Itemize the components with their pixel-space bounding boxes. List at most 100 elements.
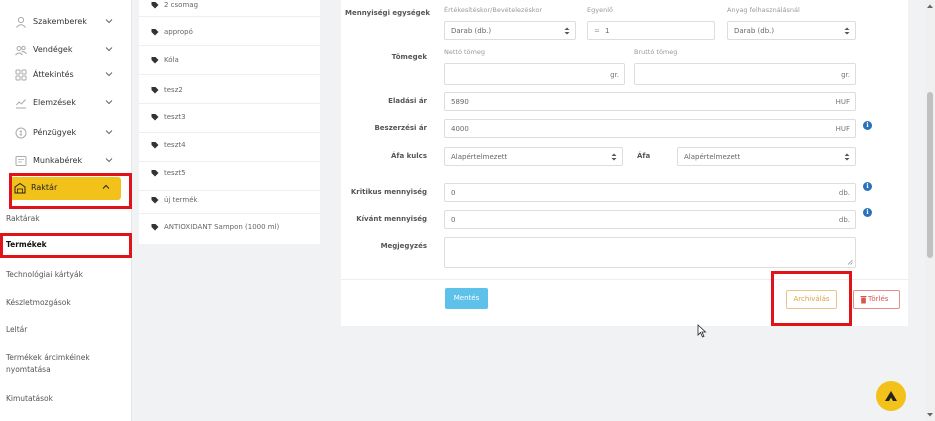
list-item[interactable]: új termék [139, 185, 320, 214]
sidebar: Szakemberek Vendégek Áttekintés Elemzése… [0, 0, 132, 421]
units-label: Mennyiségi egységek [345, 9, 431, 17]
tag-icon [151, 142, 159, 149]
chevron-down-icon [105, 158, 113, 163]
chevron-down-icon [105, 130, 113, 135]
weight-unit: gr. [610, 71, 619, 79]
sidebar-subitem-technologiai-kartyak[interactable]: Technológiai kártyák [6, 270, 83, 279]
sidebar-item-penzugyek[interactable]: Pénzügyek [0, 120, 132, 146]
vat-key-select[interactable]: Alapértelmezett [444, 147, 623, 166]
scrollbar-thumb[interactable] [927, 92, 933, 258]
sidebar-item-label: Munkabérek [33, 156, 83, 165]
info-icon[interactable]: i [863, 208, 872, 217]
scroll-down-icon[interactable] [926, 412, 934, 418]
sidebar-item-label: Szakemberek [33, 17, 87, 26]
vat-key-label: Áfa kulcs [391, 152, 427, 160]
critical-qty-input[interactable]: 0 db. [444, 183, 856, 202]
chevron-down-icon [105, 47, 113, 52]
desired-qty-label: Kívánt mennyiség [356, 215, 427, 223]
help-fab-button[interactable] [876, 381, 906, 411]
tag-icon [151, 57, 159, 64]
equals-sign: = [594, 27, 600, 35]
list-item[interactable]: ANTIOXIDANT Sampon (1000 ml) [139, 214, 320, 243]
person-icon [16, 16, 26, 28]
trash-icon [860, 296, 867, 304]
sidebar-subitem-kimutatasok[interactable]: Kimutatások [6, 394, 53, 403]
chevron-down-icon [105, 72, 113, 77]
weights-label: Tömegek [391, 53, 427, 61]
sidebar-item-label: Áttekintés [33, 70, 74, 79]
sidebar-item-attekintes[interactable]: Áttekintés [0, 62, 132, 88]
select-arrows-icon [611, 153, 617, 161]
equals-label: Egyenlő [587, 6, 613, 14]
tag-icon [151, 2, 159, 9]
tag-icon [151, 224, 159, 231]
chevron-down-icon [105, 100, 113, 105]
list-item[interactable]: appropó [139, 17, 320, 46]
sidebar-item-label: Elemzések [33, 98, 76, 107]
tag-icon [151, 197, 159, 204]
currency-label: HUF [835, 98, 850, 106]
purchase-price-input[interactable]: 4000 HUF [444, 119, 856, 138]
critical-qty-label: Kritikus mennyiség [350, 188, 427, 196]
resize-handle-icon[interactable] [847, 259, 853, 265]
info-icon[interactable]: i [863, 121, 872, 130]
equals-value: 1 [605, 27, 610, 35]
sale-price-input[interactable]: 5890 HUF [444, 92, 856, 111]
save-button[interactable]: Mentés [445, 288, 488, 309]
tag-icon [151, 114, 159, 121]
sidebar-item-munkaberek[interactable]: Munkabérek [0, 148, 132, 174]
product-list: 2 csomag appropó Kóla tesz2 teszt3 teszt… [139, 0, 320, 244]
payslip-icon [15, 156, 27, 166]
list-item[interactable]: tesz2 [139, 75, 320, 104]
money-icon [15, 127, 27, 139]
gross-weight-input[interactable]: gr. [634, 63, 856, 85]
select-arrows-icon [844, 27, 850, 35]
sales-unit-label: Értékesítéskor/Bevételezéskor [444, 6, 542, 14]
logo-icon [885, 391, 897, 401]
users-icon [15, 45, 27, 56]
vat-label: Áfa [637, 152, 651, 160]
note-label: Megjegyzés [380, 242, 427, 250]
sidebar-item-szakemberek[interactable]: Szakemberek [0, 9, 132, 35]
weight-unit: gr. [841, 71, 850, 79]
desired-qty-input[interactable]: 0 db. [444, 210, 856, 229]
scroll-up-icon[interactable] [926, 3, 934, 9]
select-arrows-icon [844, 153, 850, 161]
sidebar-item-label: Pénzügyek [33, 128, 77, 137]
net-weight-input[interactable]: gr. [444, 63, 625, 85]
list-item[interactable]: Kóla [139, 46, 320, 75]
chart-icon [16, 99, 26, 109]
sidebar-item-elemzesek[interactable]: Elemzések [0, 90, 132, 116]
list-item[interactable]: teszt3 [139, 104, 320, 133]
highlight-box-raktar [9, 173, 132, 209]
list-item[interactable]: 2 csomag [139, 0, 320, 17]
select-arrows-icon [564, 27, 570, 35]
equals-input[interactable]: = 1 [587, 21, 715, 40]
grid-icon [15, 69, 27, 81]
chevron-down-icon [105, 19, 113, 24]
tag-icon [151, 170, 159, 177]
material-unit-select[interactable]: Darab (db.) [727, 21, 856, 40]
material-unit-label: Anyag felhasználásnál [727, 6, 800, 14]
delete-button[interactable]: Törlés [853, 290, 900, 309]
delete-label: Törlés [868, 295, 889, 303]
sales-unit-select[interactable]: Darab (db.) [444, 21, 576, 40]
purchase-price-label: Beszerzési ár [374, 124, 427, 132]
sidebar-subitem-leltar[interactable]: Leltár [6, 325, 27, 334]
gross-weight-label: Bruttó tömeg [634, 48, 678, 56]
net-weight-label: Nettó tömeg [444, 48, 485, 56]
tag-icon [151, 29, 159, 36]
vat-select[interactable]: Alapértelmezett [677, 147, 856, 166]
list-item[interactable]: teszt4 [139, 133, 320, 162]
sidebar-subitem-raktarak[interactable]: Raktárak [6, 214, 40, 223]
tag-icon [151, 87, 159, 94]
info-icon[interactable]: i [863, 182, 872, 191]
highlight-box-archive [771, 271, 852, 326]
sidebar-item-vendegek[interactable]: Vendégek [0, 37, 132, 63]
note-textarea[interactable] [444, 237, 856, 268]
sale-price-label: Eladási ár [388, 97, 427, 105]
qty-unit: db. [838, 189, 850, 197]
sidebar-subitem-arcimke-nyomtatas[interactable]: Termékek árcimkéinek nyomtatása [6, 352, 121, 376]
sidebar-subitem-keszletmozgasok[interactable]: Készletmozgások [6, 298, 71, 307]
qty-unit: db. [838, 216, 850, 224]
